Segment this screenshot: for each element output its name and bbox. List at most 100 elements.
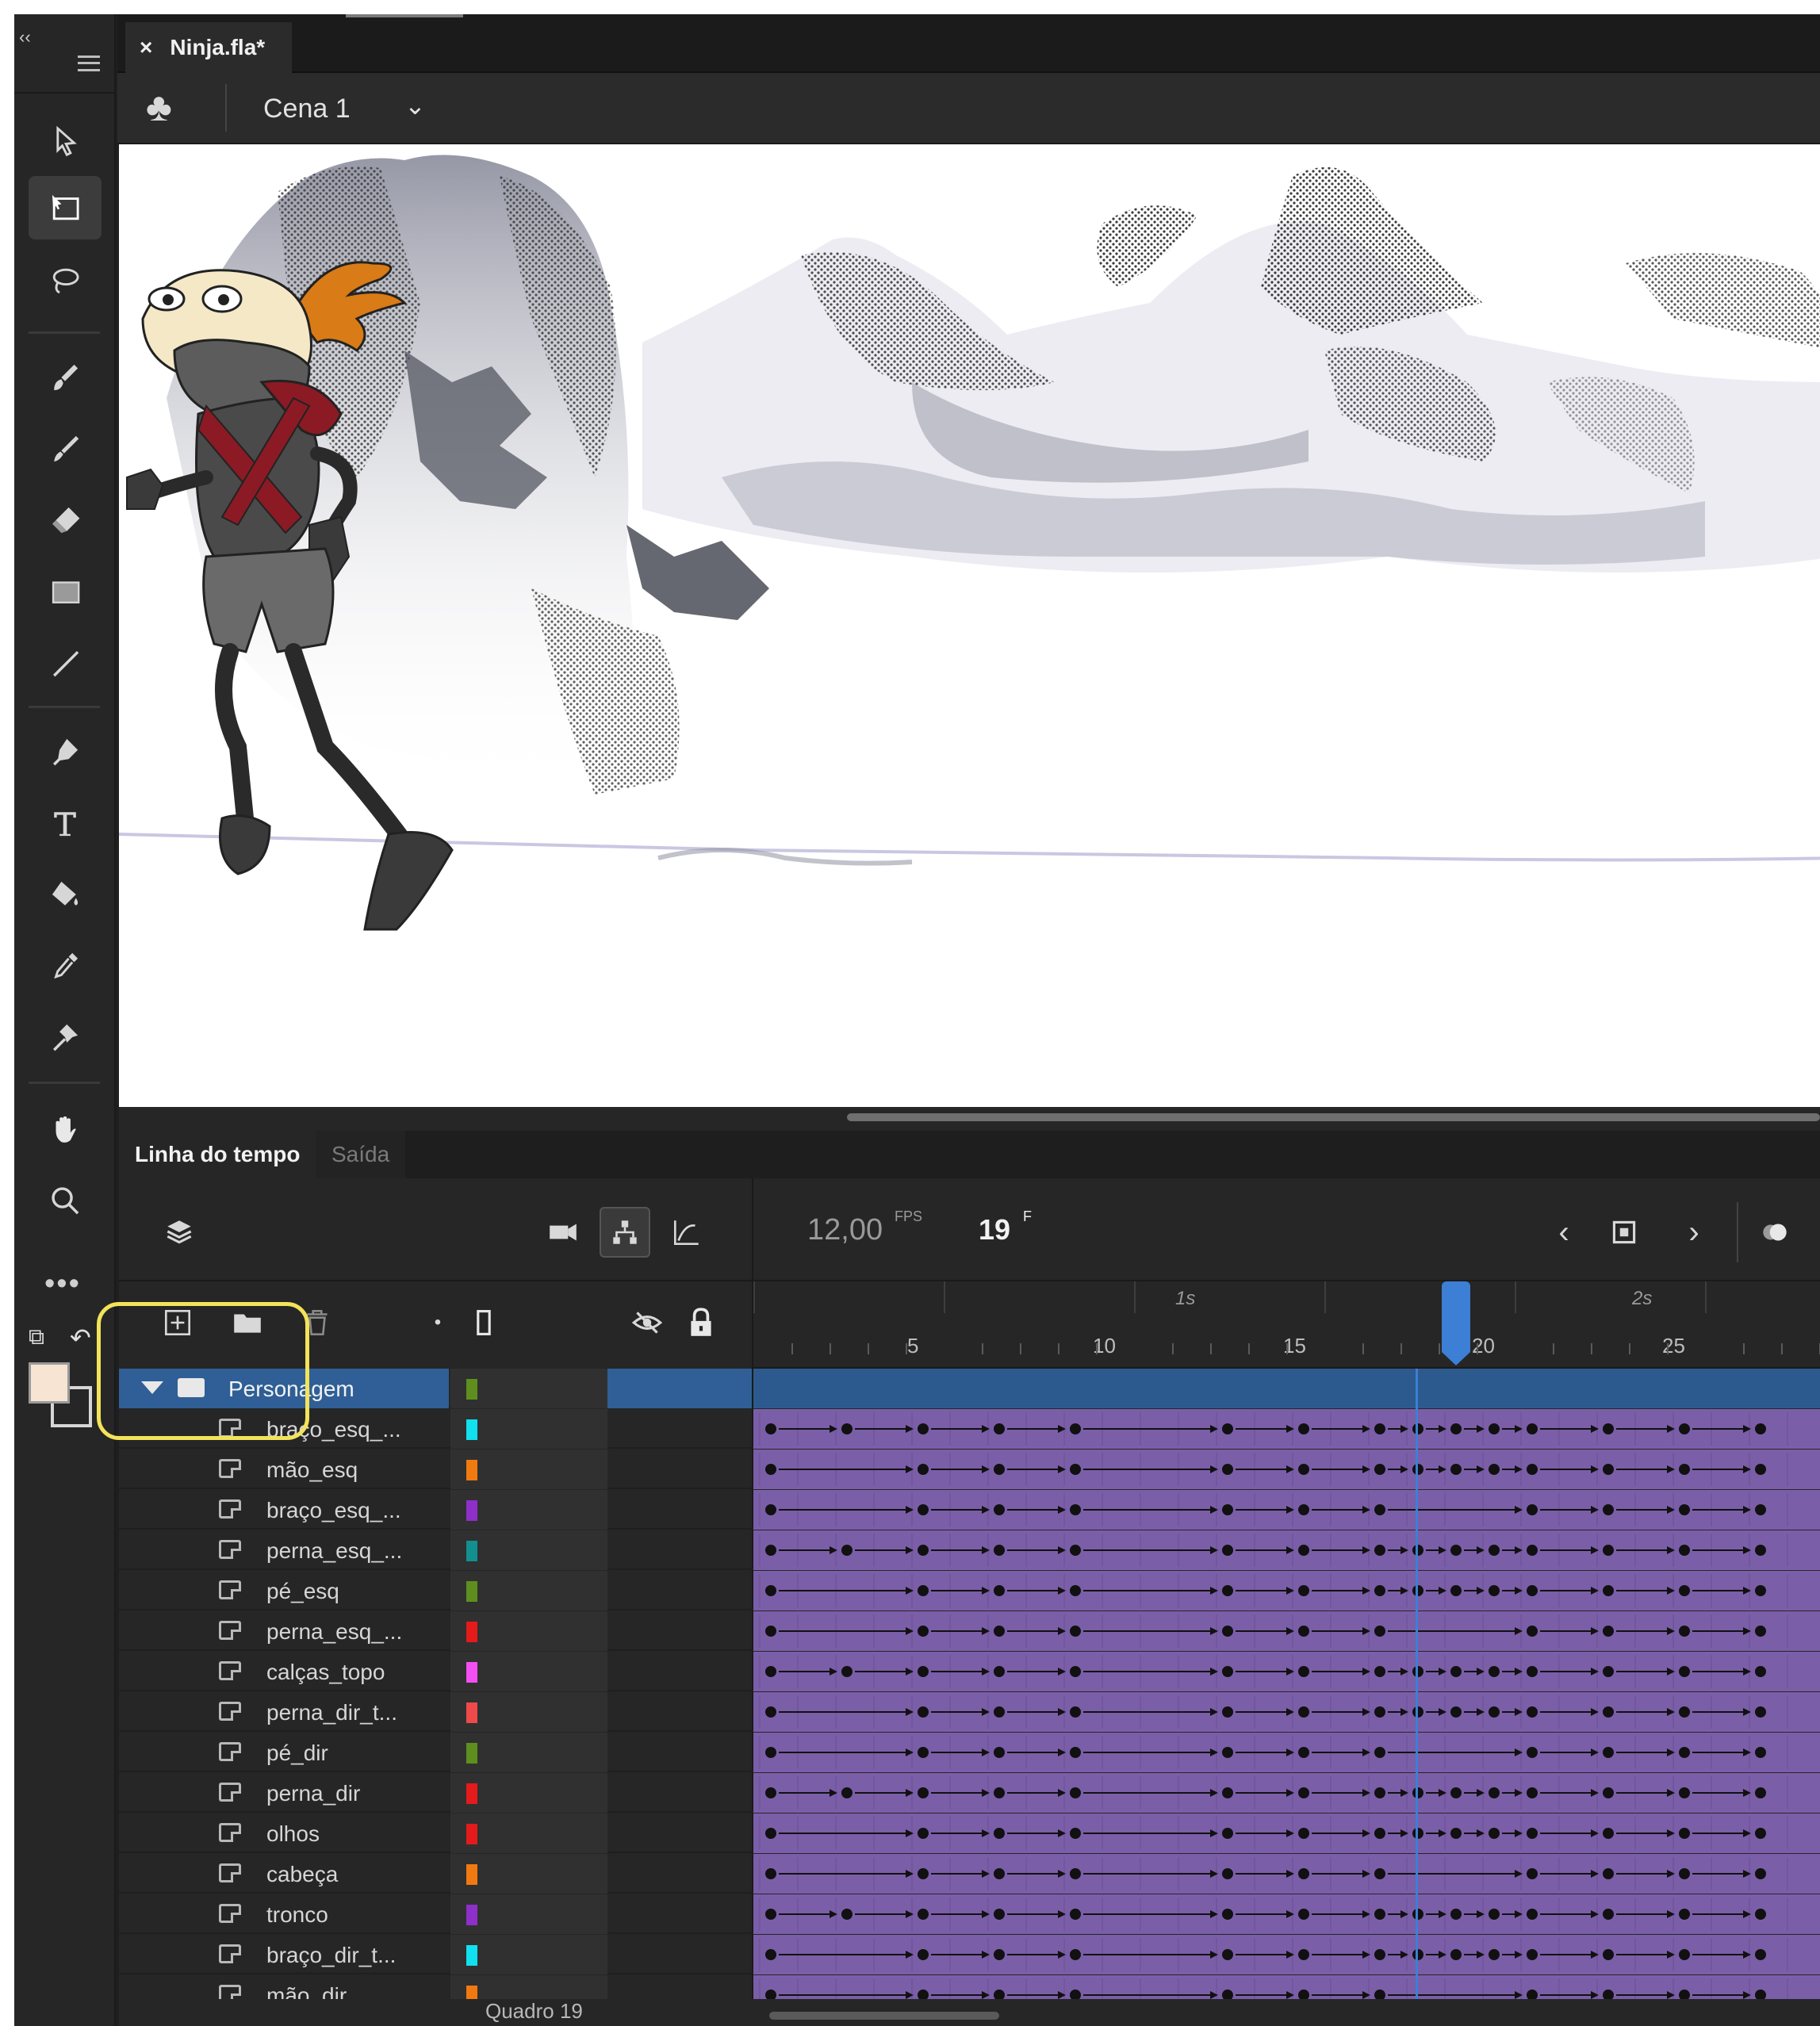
layer-row[interactable]: tronco	[119, 1894, 1820, 1934]
layer-frames[interactable]	[753, 1490, 1820, 1530]
lock-icon[interactable]	[684, 1304, 718, 1342]
layer-options-cell[interactable]	[607, 1490, 752, 1530]
rectangle-tool-icon[interactable]	[29, 560, 102, 623]
highlight-layers-dot-icon[interactable]: •	[427, 1312, 449, 1334]
layer-name-cell[interactable]: perna_dir_t...	[119, 1692, 449, 1732]
outline-layers-icon[interactable]	[469, 1305, 498, 1340]
layer-name-cell[interactable]: perna_dir	[119, 1773, 449, 1813]
layer-name[interactable]: braço_esq_...	[266, 1498, 401, 1523]
layer-name-cell[interactable]: braço_esq_...	[119, 1490, 449, 1530]
layer-name-cell[interactable]: perna_esq_...	[119, 1530, 449, 1570]
layer-frames[interactable]	[753, 1733, 1820, 1772]
layer-name[interactable]: olhos	[266, 1821, 320, 1847]
symbol-edit-icon[interactable]: ♣	[146, 84, 172, 130]
chevron-down-icon[interactable]: ⌄	[404, 90, 426, 121]
default-colors-icon[interactable]: ↶	[70, 1323, 91, 1353]
layer-frames[interactable]	[753, 1813, 1820, 1853]
layer-frames[interactable]	[753, 1773, 1820, 1813]
layer-options-cell[interactable]	[607, 1935, 752, 1974]
hand-tool-icon[interactable]	[29, 1097, 102, 1161]
layer-options-cell[interactable]	[607, 1409, 752, 1449]
layer-frames[interactable]	[753, 1409, 1820, 1449]
pen-tool-icon[interactable]	[29, 720, 102, 783]
layer-row[interactable]: perna_esq_...	[119, 1530, 1820, 1570]
layer-options-cell[interactable]	[607, 1813, 752, 1853]
layer-options-cell[interactable]	[607, 1450, 752, 1489]
layer-color-chip[interactable]	[466, 1824, 477, 1844]
more-tools-icon[interactable]: •••	[44, 1267, 81, 1301]
zoom-tool-icon[interactable]	[29, 1169, 102, 1232]
lasso-tool-icon[interactable]	[29, 249, 102, 312]
layer-color-chip[interactable]	[466, 1702, 477, 1723]
panel-menu-icon[interactable]	[78, 56, 100, 71]
brush-tool-icon[interactable]	[29, 417, 102, 481]
line-tool-icon[interactable]	[29, 631, 102, 695]
next-frame-icon[interactable]: ›	[1672, 1210, 1716, 1254]
layer-name[interactable]: perna_esq_...	[266, 1619, 402, 1645]
layer-name-cell[interactable]: calças_topo	[119, 1652, 449, 1691]
onion-skin-icon[interactable]	[1753, 1210, 1797, 1254]
timeline-scroll-thumb[interactable]	[769, 2012, 999, 2020]
layer-name-cell[interactable]: pé_dir	[119, 1733, 449, 1772]
layer-row[interactable]: pé_dir	[119, 1733, 1820, 1772]
layer-row[interactable]: perna_dir_t...	[119, 1692, 1820, 1732]
layer-name-cell[interactable]: braço_dir_t...	[119, 1935, 449, 1974]
selection-tool-icon[interactable]	[29, 109, 102, 173]
layer-color-chip[interactable]	[466, 1945, 477, 1966]
layer-frames[interactable]	[753, 1369, 1820, 1408]
fill-color-swatch[interactable]	[29, 1362, 70, 1404]
layer-options-cell[interactable]	[607, 1611, 752, 1651]
layer-frames[interactable]	[753, 1530, 1820, 1570]
current-frame-value[interactable]: 19	[979, 1213, 1010, 1247]
layer-name-cell[interactable]: mão_esq	[119, 1450, 449, 1489]
bone-tool-icon[interactable]	[29, 1005, 102, 1069]
layer-row[interactable]: perna_dir	[119, 1773, 1820, 1813]
layer-name[interactable]: calças_topo	[266, 1660, 385, 1685]
layer-name-cell[interactable]: olhos	[119, 1813, 449, 1853]
graph-editor-icon[interactable]	[665, 1210, 709, 1254]
layer-options-cell[interactable]	[607, 1369, 752, 1408]
layer-frames[interactable]	[753, 1571, 1820, 1610]
layer-row[interactable]: cabeça	[119, 1854, 1820, 1894]
layer-color-chip[interactable]	[466, 1622, 477, 1642]
stage-horizontal-scrollbar[interactable]	[119, 1107, 1820, 1131]
layer-name[interactable]: pé_dir	[266, 1741, 328, 1766]
layer-color-chip[interactable]	[466, 1460, 477, 1480]
layer-row[interactable]: perna_esq_...	[119, 1611, 1820, 1651]
layer-row[interactable]: olhos	[119, 1813, 1820, 1853]
layer-name[interactable]: mão_esq	[266, 1457, 358, 1483]
layer-options-cell[interactable]	[607, 1894, 752, 1934]
layer-color-chip[interactable]	[466, 1419, 477, 1440]
layer-row[interactable]: pé_esq	[119, 1571, 1820, 1610]
layer-frames[interactable]	[753, 1894, 1820, 1934]
layer-name[interactable]: tronco	[266, 1902, 328, 1928]
layer-options-cell[interactable]	[607, 1652, 752, 1691]
paint-bucket-tool-icon[interactable]	[29, 863, 102, 926]
layer-row[interactable]: braço_esq_...	[119, 1490, 1820, 1530]
hide-layers-icon[interactable]	[626, 1304, 668, 1342]
layer-color-chip[interactable]	[466, 1662, 477, 1683]
layer-frames[interactable]	[753, 1935, 1820, 1974]
layer-name[interactable]: perna_esq_...	[266, 1538, 402, 1564]
layer-options-cell[interactable]	[607, 1571, 752, 1610]
layer-row[interactable]: braço_esq_...	[119, 1409, 1820, 1449]
layers-stack-icon[interactable]	[157, 1210, 201, 1254]
insert-keyframe-icon[interactable]	[1602, 1210, 1646, 1254]
layer-name[interactable]: perna_dir	[266, 1781, 360, 1806]
layer-parenting-icon[interactable]	[600, 1207, 650, 1258]
layer-color-chip[interactable]	[466, 1541, 477, 1561]
layer-folder-row[interactable]: Personagem	[119, 1369, 1820, 1408]
layer-color-chip[interactable]	[466, 1864, 477, 1885]
layer-options-cell[interactable]	[607, 1692, 752, 1732]
layer-color-chip[interactable]	[466, 1783, 477, 1804]
layer-options-cell[interactable]	[607, 1530, 752, 1570]
layer-options-cell[interactable]	[607, 1854, 752, 1894]
layer-name-cell[interactable]: cabeça	[119, 1854, 449, 1894]
collapse-panel-icon[interactable]: ‹‹	[19, 27, 31, 48]
paint-brush-tool-icon[interactable]	[29, 346, 102, 409]
layer-name-cell[interactable]: pé_esq	[119, 1571, 449, 1610]
close-tab-icon[interactable]: ×	[140, 35, 152, 60]
layer-color-chip[interactable]	[466, 1581, 477, 1602]
layer-options-cell[interactable]	[607, 1733, 752, 1772]
layer-frames[interactable]	[753, 1652, 1820, 1691]
